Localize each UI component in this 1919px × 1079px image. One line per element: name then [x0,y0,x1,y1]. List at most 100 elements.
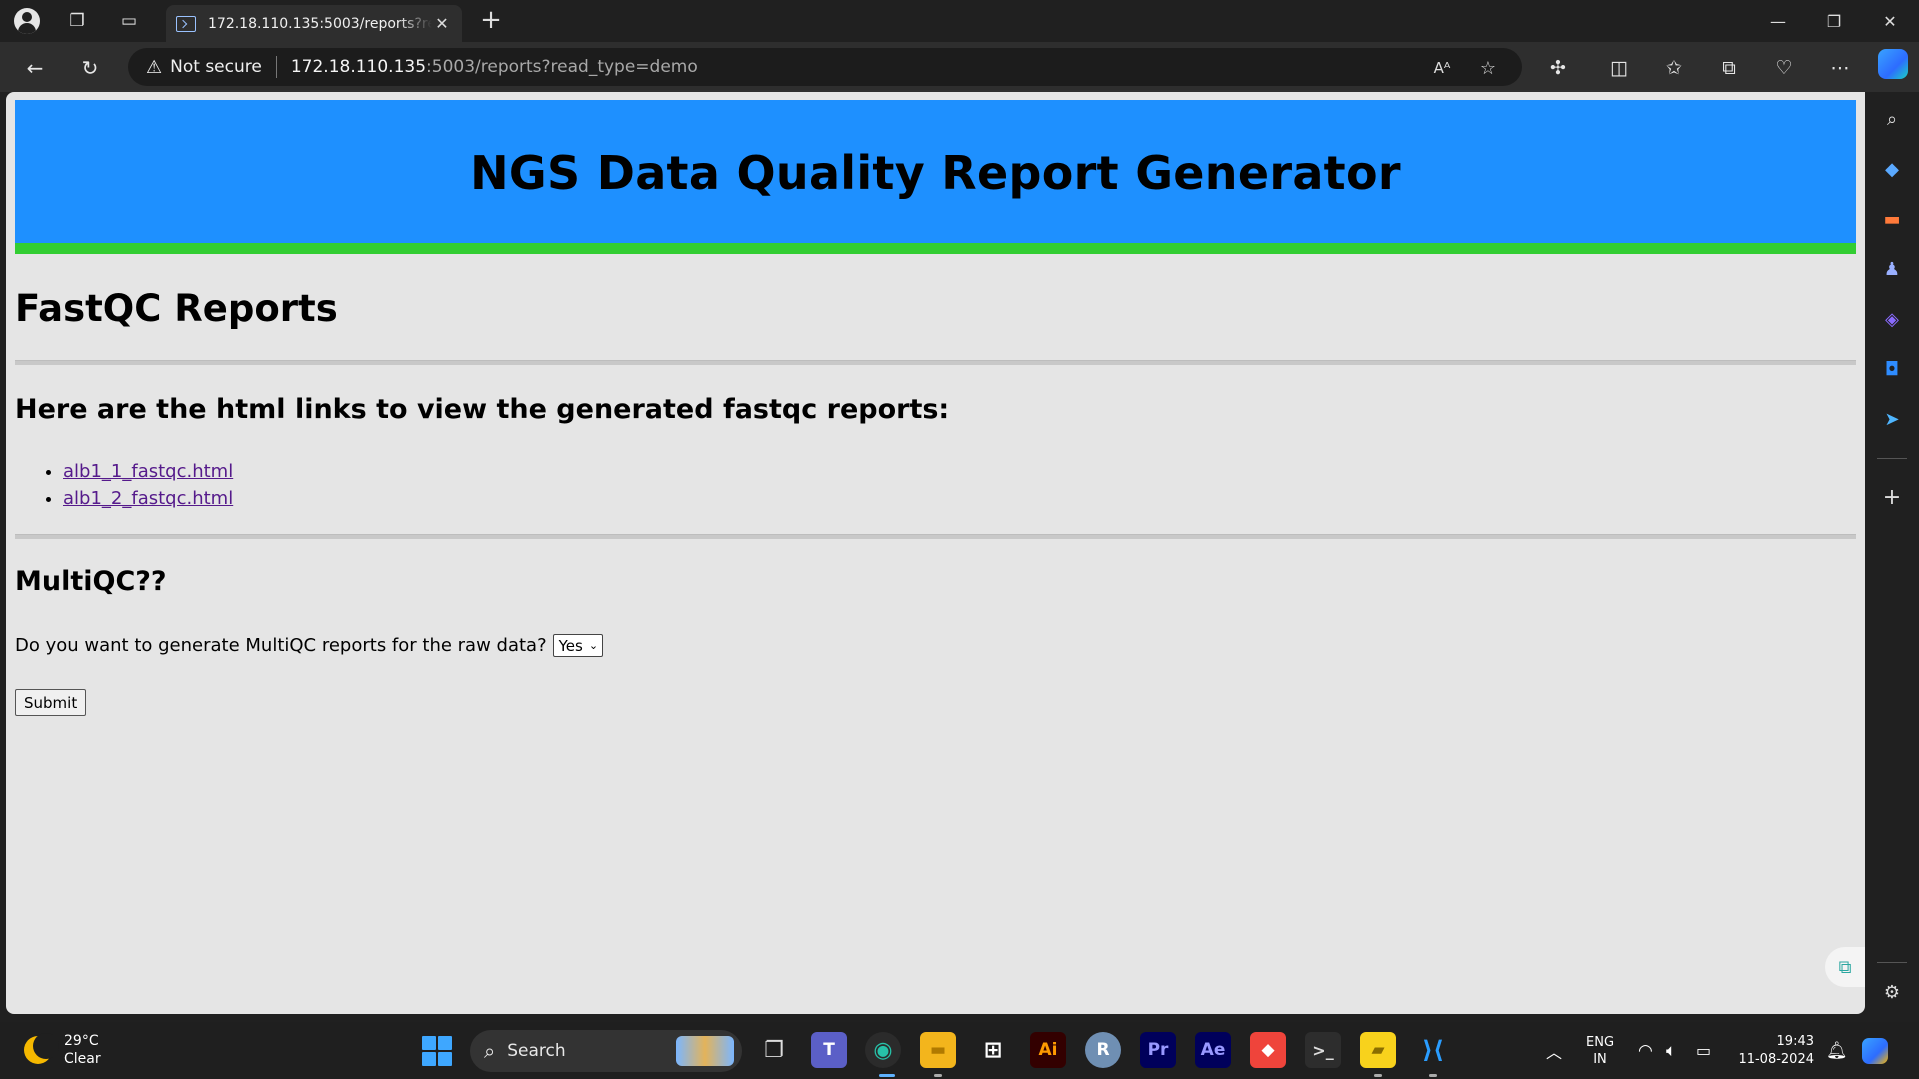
url-host: 172.18.110.135 [290,57,427,77]
copilot-sidebar-icon[interactable]: ◈ [1879,306,1905,332]
extensions-icon[interactable]: ✣ [1544,54,1572,82]
header-banner: NGS Data Quality Report Generator [15,100,1856,254]
page-viewport: NGS Data Quality Report Generator FastQC… [6,92,1865,1014]
games-icon[interactable]: ♟ [1879,256,1905,282]
split-screen-icon[interactable]: ◫ [1605,54,1633,82]
tab-reports[interactable]: 172.18.110.135:5003/reports?read_type=de… [166,5,462,42]
floating-helper-icon[interactable]: ⧉ [1825,947,1865,987]
copilot-taskbar-icon[interactable] [1862,1022,1888,1079]
search-highlight-image [676,1036,734,1066]
multiqc-heading: MultiQC?? [15,566,167,597]
multiqc-question: Do you want to generate MultiQC reports … [15,635,547,656]
workspaces-icon[interactable]: ❐ [62,6,92,36]
after-effects-icon[interactable]: Ae [1195,1032,1231,1068]
add-sidebar-app-icon[interactable]: + [1879,484,1905,510]
multiqc-question-row: Do you want to generate MultiQC reports … [15,634,604,657]
links-heading: Here are the html links to view the gene… [15,394,950,425]
submit-button[interactable]: Submit [15,689,87,716]
copilot-icon[interactable] [1878,49,1908,79]
outlook-icon[interactable]: ◘ [1879,356,1905,382]
taskbar-search[interactable]: ⌕ Search [470,1030,742,1072]
r-app-icon[interactable]: R [1085,1032,1121,1068]
task-view-icon[interactable]: ❐ [756,1032,792,1068]
moon-icon [24,1033,59,1064]
list-item: alb1_2_fastqc.html [63,485,233,512]
list-item: alb1_1_fastqc.html [63,458,233,485]
multiqc-selected-value: Yes [558,636,583,655]
start-button[interactable] [422,1036,452,1066]
profile-icon[interactable] [12,6,42,36]
clock-date: 11-08-2024 [1738,1051,1814,1067]
warning-icon[interactable]: ⚠ [146,57,162,78]
multiqc-select[interactable]: Yes ⌄ [552,634,604,657]
more-options-icon[interactable]: ⋯ [1826,54,1854,82]
favorite-star-icon[interactable]: ☆ [1476,56,1500,80]
divider [15,534,1856,539]
notifications-icon[interactable]: 🔔︎ [1826,1022,1848,1079]
refresh-button[interactable]: ↻ [73,51,107,85]
language-bottom: IN [1593,1051,1607,1067]
read-aloud-icon[interactable]: Aᴬ [1430,56,1454,80]
vertical-tabs-icon[interactable]: ▭ [114,6,144,36]
browser-essentials-icon[interactable]: ♡ [1770,54,1798,82]
vscode-running-indicator [1429,1074,1437,1077]
search-icon: ⌕ [484,1039,496,1063]
sidebar-settings-icon[interactable]: ⚙ [1879,979,1905,1005]
edge-browser-icon[interactable]: ◉ [865,1032,901,1068]
tab-favicon-icon [176,15,196,32]
restore-button[interactable]: ❐ [1806,0,1862,42]
report-link[interactable]: alb1_2_fastqc.html [63,488,233,509]
sticky-notes-icon[interactable]: ▰ [1360,1032,1396,1068]
teams-icon[interactable]: T [811,1032,847,1068]
volume-icon[interactable]: 🔈︎ [1666,1022,1676,1079]
explorer-running-indicator [934,1074,942,1077]
close-tab-icon[interactable]: ✕ [432,14,452,33]
illustrator-icon[interactable]: Ai [1030,1032,1066,1068]
minimize-button[interactable]: — [1750,0,1806,42]
premiere-pro-icon[interactable]: Pr [1140,1032,1176,1068]
edge-sidebar: ⌕ ◆ ▬ ♟ ◈ ◘ ➤ + ⚙ [1865,92,1919,1014]
microsoft-store-icon[interactable]: ⊞ [975,1032,1011,1068]
collections-icon[interactable]: ⧉ [1715,54,1743,82]
language-top: ENG [1586,1034,1615,1050]
report-list: alb1_1_fastqc.html alb1_2_fastqc.html [63,458,233,512]
tray-overflow-icon[interactable]: ︿ [1546,1022,1562,1079]
new-tab-button[interactable]: + [476,6,506,36]
fastqc-heading: FastQC Reports [15,287,338,330]
weather-widget[interactable]: 29°C Clear [24,1032,101,1068]
report-link[interactable]: alb1_1_fastqc.html [63,461,233,482]
taskbar: 29°C Clear ⌕ Search ❐ T ◉ ▬ ⊞ Ai R Pr Ae… [0,1022,1919,1079]
file-explorer-icon[interactable]: ▬ [920,1032,956,1068]
language-indicator[interactable]: ENG IN [1586,1022,1614,1079]
close-window-button[interactable]: ✕ [1862,0,1918,42]
chevron-down-icon: ⌄ [588,639,599,652]
temperature: 29°C [64,1033,99,1049]
edge-active-indicator [879,1074,895,1077]
sidebar-separator [1877,962,1907,963]
security-label[interactable]: Not secure [170,57,262,77]
url-path: :5003/reports?read_type=demo [426,57,698,77]
back-button[interactable]: ← [18,51,52,85]
shopping-tag-icon[interactable]: ◆ [1879,156,1905,182]
page-title: NGS Data Quality Report Generator [470,146,1401,200]
divider [15,360,1856,365]
browser-titlebar: ❐ ▭ 172.18.110.135:5003/reports?read_typ… [0,0,1919,42]
favorites-icon[interactable]: ✩ [1660,54,1688,82]
terminal-icon[interactable]: >_ [1305,1032,1341,1068]
search-label: Search [507,1041,566,1061]
address-bar[interactable]: ⚠ Not secure 172.18.110.135 :5003/report… [128,48,1522,86]
anydesk-icon[interactable]: ◆ [1250,1032,1286,1068]
tab-title: 172.18.110.135:5003/reports?read_type=de… [208,15,432,32]
weather-condition: Clear [64,1051,101,1067]
sidebar-separator [1877,458,1907,459]
search-icon[interactable]: ⌕ [1879,106,1905,132]
vscode-icon[interactable]: ⟩⟨ [1415,1032,1451,1068]
address-separator [275,56,277,78]
battery-icon[interactable]: ▭ [1696,1022,1711,1079]
wifi-icon[interactable]: ◠ [1638,1022,1653,1079]
clock[interactable]: 19:43 11-08-2024 [1736,1022,1814,1079]
tools-icon[interactable]: ▬ [1879,206,1905,232]
sticky-notes-running-indicator [1374,1074,1382,1077]
send-icon[interactable]: ➤ [1879,406,1905,432]
browser-toolbar: ← ↻ ⚠ Not secure 172.18.110.135 :5003/re… [0,42,1919,92]
